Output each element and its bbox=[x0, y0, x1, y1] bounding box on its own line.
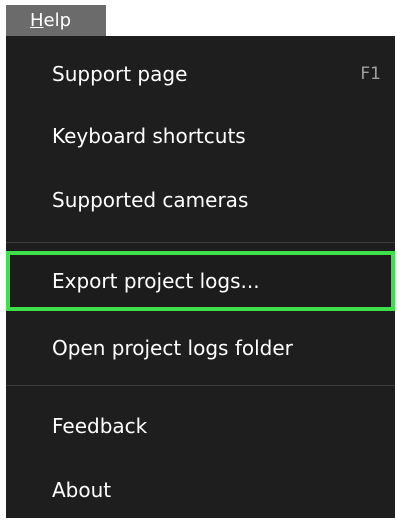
menu-item-label: About bbox=[52, 478, 112, 502]
help-menu-title[interactable]: Help bbox=[6, 5, 106, 36]
menu-separator bbox=[6, 385, 395, 386]
menu-item-feedback[interactable]: Feedback bbox=[6, 394, 395, 458]
menu-bar: Help bbox=[0, 0, 397, 36]
menu-item-support-page[interactable]: Support page F1 bbox=[6, 42, 395, 106]
menu-item-export-project-logs[interactable]: Export project logs... bbox=[6, 251, 395, 311]
menu-item-about[interactable]: About bbox=[6, 458, 395, 522]
help-mnemonic-letter: H bbox=[30, 10, 44, 31]
menu-item-label: Keyboard shortcuts bbox=[52, 124, 246, 148]
help-title-rest: elp bbox=[43, 10, 72, 31]
menu-item-supported-cameras[interactable]: Supported cameras bbox=[6, 168, 395, 232]
menu-item-keyboard-shortcuts[interactable]: Keyboard shortcuts bbox=[6, 104, 395, 168]
menu-item-label: Supported cameras bbox=[52, 188, 249, 212]
menu-separator bbox=[6, 242, 395, 243]
menu-item-label: Support page bbox=[52, 62, 188, 86]
menu-item-label: Feedback bbox=[52, 414, 148, 438]
menu-item-label: Export project logs... bbox=[52, 269, 260, 293]
menu-item-open-project-logs-folder[interactable]: Open project logs folder bbox=[6, 316, 395, 380]
menu-item-label: Open project logs folder bbox=[52, 336, 293, 360]
menu-item-shortcut: F1 bbox=[360, 64, 381, 84]
help-dropdown-menu: Support page F1 Keyboard shortcuts Suppo… bbox=[6, 36, 395, 518]
